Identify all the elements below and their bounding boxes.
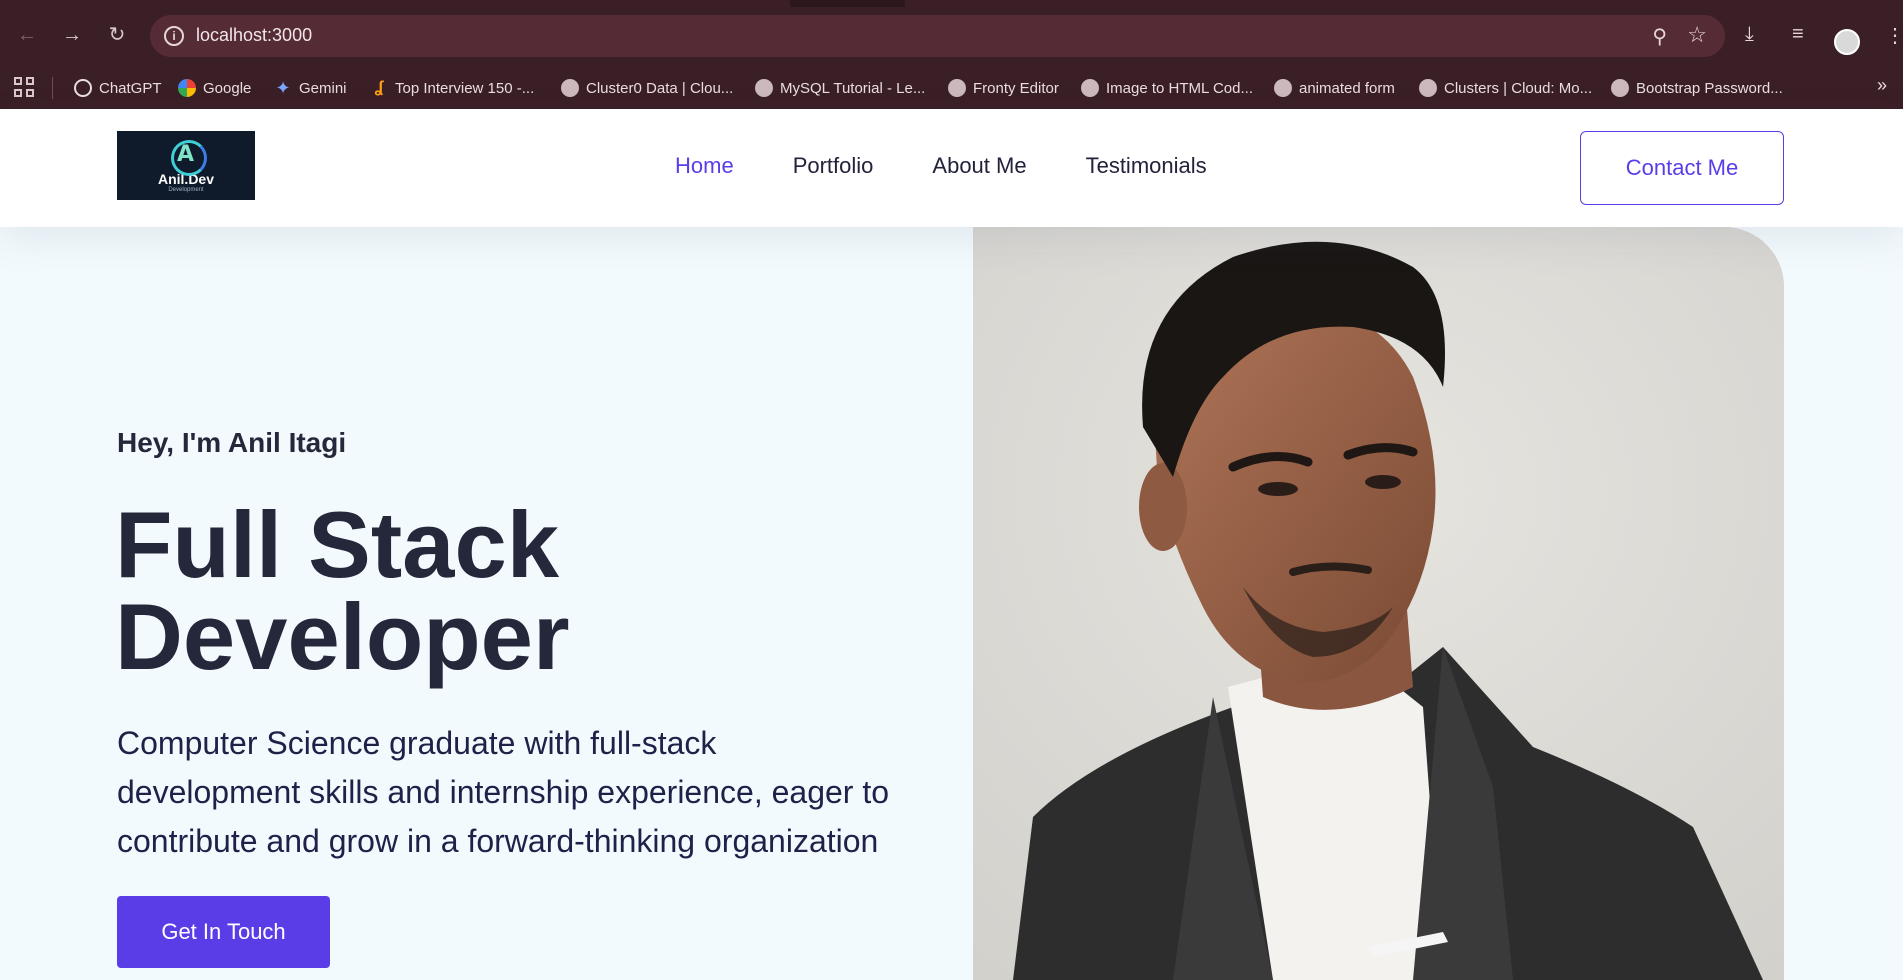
bookmark-label: Clusters | Cloud: Mo... <box>1444 79 1593 97</box>
site-navbar: Anil.Dev Development Home Portfolio Abou… <box>0 109 1903 227</box>
bookmark-label: MySQL Tutorial - Le... <box>780 79 926 97</box>
hero-description: Computer Science graduate with full-stac… <box>117 719 937 866</box>
bookmark-label: Gemini <box>299 79 347 97</box>
bookmark-star-icon[interactable]: ☆ <box>1687 22 1707 48</box>
nav-about-me[interactable]: About Me <box>932 153 1026 179</box>
google-icon <box>178 79 196 97</box>
globe-icon <box>561 79 579 97</box>
globe-icon <box>948 79 966 97</box>
globe-icon <box>1611 79 1629 97</box>
bookmarks-overflow-icon[interactable]: » <box>1877 75 1887 96</box>
bookmark-gemini[interactable]: ✦ Gemini <box>274 75 347 101</box>
globe-icon <box>1081 79 1099 97</box>
chatgpt-icon <box>74 79 92 97</box>
apps-grid-icon[interactable] <box>14 77 34 97</box>
logo-mark-icon <box>163 138 209 176</box>
leetcode-icon: ʆ <box>374 79 384 96</box>
bookmark-chatgpt[interactable]: ChatGPT <box>74 75 162 101</box>
menu-icon[interactable]: ⋮ <box>1885 23 1903 48</box>
bookmark-top-interview[interactable]: ʆ Top Interview 150 -... <box>370 75 535 101</box>
tab-edge[interactable] <box>905 0 1903 7</box>
site-info-icon[interactable]: i <box>164 26 184 46</box>
tab-active-edge[interactable] <box>0 0 790 7</box>
omnibox[interactable]: i localhost:3000 ⚲ ☆ <box>150 15 1725 57</box>
globe-icon <box>1274 79 1292 97</box>
browser-chrome: ← → ↻ i localhost:3000 ⚲ ☆ ⤓ ≡ ⋮ ChatGPT… <box>0 0 1903 109</box>
hero-description-line-3: contribute and grow in a forward-thinkin… <box>117 823 879 859</box>
address-bar-row: ← → ↻ i localhost:3000 ⚲ ☆ ⤓ ≡ ⋮ <box>0 7 1903 67</box>
bookmark-label: Fronty Editor <box>973 79 1059 97</box>
globe-icon <box>1419 79 1437 97</box>
hero-greeting: Hey, I'm Anil Itagi <box>117 427 347 458</box>
bookmark-label: ChatGPT <box>99 79 162 97</box>
hero-title-line-2: Developer <box>115 584 570 689</box>
bookmark-bootstrap[interactable]: Bootstrap Password... <box>1611 75 1783 101</box>
hero-title-line-1: Full Stack <box>115 492 560 597</box>
bookmark-mysql[interactable]: MySQL Tutorial - Le... <box>755 75 925 101</box>
page-viewport: Anil.Dev Development Home Portfolio Abou… <box>0 109 1903 980</box>
bookmark-animated-form[interactable]: animated form <box>1274 75 1395 101</box>
bookmark-fronty[interactable]: Fronty Editor <box>948 75 1059 101</box>
bookmark-image-to-html[interactable]: Image to HTML Cod... <box>1081 75 1253 101</box>
reload-icon[interactable]: ↻ <box>105 23 129 47</box>
logo-subtext: Development <box>168 186 204 193</box>
hero-description-line-1: Computer Science graduate with full-stac… <box>117 725 717 761</box>
bookmark-clusters[interactable]: Clusters | Cloud: Mo... <box>1419 75 1592 101</box>
get-in-touch-button[interactable]: Get In Touch <box>117 896 330 968</box>
hero-title: Full Stack Developer <box>115 492 815 689</box>
download-icon[interactable]: ⤓ <box>1745 23 1754 46</box>
nav-portfolio[interactable]: Portfolio <box>793 153 874 179</box>
bookmark-label: Bootstrap Password... <box>1636 79 1783 97</box>
gemini-icon: ✦ <box>275 78 291 98</box>
nav-links: Home Portfolio About Me Testimonials <box>675 153 1266 179</box>
globe-icon <box>755 79 773 97</box>
bookmark-label: Cluster0 Data | Clou... <box>586 79 734 97</box>
bookmark-cluster0[interactable]: Cluster0 Data | Clou... <box>561 75 733 101</box>
contact-me-button[interactable]: Contact Me <box>1580 131 1784 205</box>
bookmarks-separator <box>52 77 53 99</box>
nav-home[interactable]: Home <box>675 153 734 179</box>
url-text[interactable]: localhost:3000 <box>196 25 312 46</box>
media-icon[interactable]: ≡ <box>1792 23 1804 46</box>
bookmark-label: Google <box>203 79 252 97</box>
back-icon[interactable]: ← <box>15 23 39 47</box>
bookmark-label: Top Interview 150 -... <box>395 79 535 97</box>
bookmarks-bar: ChatGPT Google ✦ Gemini ʆ Top Interview 15… <box>0 67 1903 109</box>
bookmark-google[interactable]: Google <box>178 75 251 101</box>
tab-strip <box>0 0 1903 7</box>
site-logo[interactable]: Anil.Dev Development <box>117 131 255 200</box>
bookmark-label: Image to HTML Cod... <box>1106 79 1253 97</box>
nav-testimonials[interactable]: Testimonials <box>1086 153 1207 179</box>
profile-avatar[interactable] <box>1834 29 1860 55</box>
forward-icon[interactable]: → <box>60 23 84 47</box>
zoom-icon[interactable]: ⚲ <box>1652 24 1667 49</box>
hero-description-line-2: development skills and internship experi… <box>117 774 890 810</box>
bookmark-label: animated form <box>1299 79 1395 97</box>
hero-portrait-image <box>973 227 1784 980</box>
